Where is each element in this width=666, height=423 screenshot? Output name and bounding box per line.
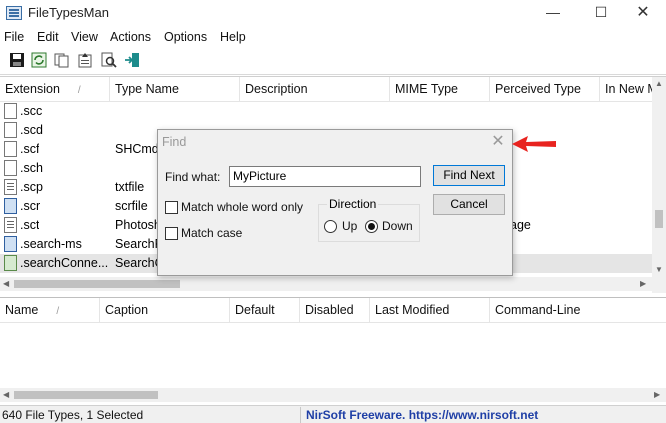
match-whole-word-label[interactable]: Match whole word only xyxy=(181,200,303,214)
col-name[interactable]: Name / xyxy=(0,298,100,323)
vertical-scroll-thumb[interactable] xyxy=(655,210,663,228)
nirsoft-link[interactable]: NirSoft Freeware. https://www.nirsoft.ne… xyxy=(306,408,538,422)
cell-extension: .sct xyxy=(20,218,40,232)
col-disabled[interactable]: Disabled xyxy=(300,298,370,323)
find-what-input[interactable]: MyPicture xyxy=(229,166,421,187)
search-file-icon xyxy=(4,236,17,252)
properties-icon[interactable] xyxy=(76,52,94,70)
window-title: FileTypesMan xyxy=(28,5,109,20)
scroll-right-icon[interactable]: ▶ xyxy=(654,390,660,399)
save-icon[interactable] xyxy=(8,52,26,70)
cell-type-name: SearchF xyxy=(115,237,163,251)
col-mime-type[interactable]: MIME Type xyxy=(390,77,490,102)
cell-type-name: Photosh xyxy=(115,218,161,232)
cancel-button[interactable]: Cancel xyxy=(433,194,505,215)
cell-perceived-type: age xyxy=(510,218,531,232)
direction-up-radio[interactable] xyxy=(324,220,337,233)
menu-file[interactable]: File xyxy=(4,30,24,44)
toolbar xyxy=(0,48,666,75)
table-row[interactable]: .scc xyxy=(0,102,652,121)
cell-type-name: scrfile xyxy=(115,199,148,213)
list-header: Extension / Type Name Description MIME Ty… xyxy=(0,77,652,102)
scroll-left-icon[interactable]: ◀ xyxy=(3,279,9,288)
search-connector-icon xyxy=(4,255,17,271)
text-file-icon xyxy=(4,179,17,195)
minimize-button[interactable]: — xyxy=(530,0,576,27)
close-button[interactable]: ✕ xyxy=(620,0,666,27)
direction-up-label[interactable]: Up xyxy=(342,219,357,233)
exit-icon[interactable] xyxy=(123,52,141,70)
scroll-up-icon[interactable]: ▲ xyxy=(655,79,663,88)
file-blank-icon xyxy=(4,160,17,176)
scroll-down-icon[interactable]: ▼ xyxy=(655,265,663,274)
match-case-checkbox[interactable] xyxy=(165,227,178,240)
annotation-arrow-icon xyxy=(512,136,556,152)
cell-type-name: txtfile xyxy=(115,180,145,194)
direction-label: Direction xyxy=(327,197,379,211)
menu-actions[interactable]: Actions xyxy=(110,30,151,44)
menu-bar: File Edit View Actions Options Help xyxy=(0,27,666,48)
cell-extension: .scf xyxy=(20,142,40,156)
cell-extension: .scd xyxy=(20,123,43,137)
scroll-right-icon[interactable]: ▶ xyxy=(640,279,646,288)
menu-edit[interactable]: Edit xyxy=(37,30,59,44)
actions-header: Name / Caption Default Disabled Last Modi… xyxy=(0,298,666,323)
scroll-left-icon[interactable]: ◀ xyxy=(3,390,9,399)
match-case-label[interactable]: Match case xyxy=(181,226,242,240)
horizontal-scroll-thumb[interactable] xyxy=(14,280,180,288)
app-icon xyxy=(6,6,22,20)
find-dialog-close-button[interactable]: ✕ xyxy=(488,132,508,152)
find-dialog-title: Find xyxy=(162,135,187,149)
match-whole-word-checkbox[interactable] xyxy=(165,201,178,214)
menu-help[interactable]: Help xyxy=(220,30,246,44)
horizontal-scrollbar[interactable]: ◀ ▶ xyxy=(0,277,652,291)
cell-extension: .searchConne... xyxy=(20,256,109,270)
menu-options[interactable]: Options xyxy=(164,30,207,44)
cell-extension: .scr xyxy=(20,199,41,213)
cell-type-name: SHCmdl xyxy=(115,142,162,156)
col-default[interactable]: Default xyxy=(230,298,300,323)
col-in-new-menu[interactable]: In New M xyxy=(600,77,652,102)
col-command-line[interactable]: Command-Line xyxy=(490,298,666,323)
find-dialog: Find ✕ Find what: MyPicture Find Next Ca… xyxy=(157,129,513,276)
refresh-icon[interactable] xyxy=(30,52,48,70)
screensaver-file-icon xyxy=(4,198,17,214)
actions-list[interactable]: Name / Caption Default Disabled Last Modi… xyxy=(0,297,666,404)
cell-extension: .scc xyxy=(20,104,43,118)
cell-extension: .sch xyxy=(20,161,43,175)
cell-extension: .search-ms xyxy=(20,237,82,251)
col-caption[interactable]: Caption xyxy=(100,298,230,323)
direction-down-radio[interactable] xyxy=(365,220,378,233)
find-icon[interactable] xyxy=(100,52,118,70)
maximize-button[interactable]: ☐ xyxy=(578,0,624,27)
title-bar: FileTypesMan — ☐ ✕ xyxy=(0,0,666,27)
direction-group: Direction Up Down xyxy=(318,197,420,242)
vertical-scrollbar[interactable]: ▲ ▼ xyxy=(652,77,666,293)
menu-view[interactable]: View xyxy=(71,30,98,44)
status-count: 640 File Types, 1 Selected xyxy=(2,408,144,422)
actions-scroll-thumb[interactable] xyxy=(14,391,158,399)
script-file-icon xyxy=(4,217,17,233)
file-blank-icon xyxy=(4,122,17,138)
status-divider xyxy=(300,407,301,423)
copy-icon[interactable] xyxy=(53,52,71,70)
col-perceived-type[interactable]: Perceived Type xyxy=(490,77,600,102)
actions-horizontal-scrollbar[interactable]: ◀ ▶ xyxy=(0,388,666,402)
file-blank-icon xyxy=(4,141,17,157)
direction-down-label[interactable]: Down xyxy=(382,219,413,233)
col-type-name[interactable]: Type Name xyxy=(110,77,240,102)
find-next-button[interactable]: Find Next xyxy=(433,165,505,186)
status-bar: 640 File Types, 1 Selected NirSoft Freew… xyxy=(0,405,666,423)
col-description[interactable]: Description xyxy=(240,77,390,102)
find-what-label: Find what: xyxy=(165,170,221,184)
file-blank-icon xyxy=(4,103,17,119)
cell-extension: .scp xyxy=(20,180,43,194)
col-extension[interactable]: Extension / xyxy=(0,77,110,102)
col-last-modified[interactable]: Last Modified xyxy=(370,298,490,323)
